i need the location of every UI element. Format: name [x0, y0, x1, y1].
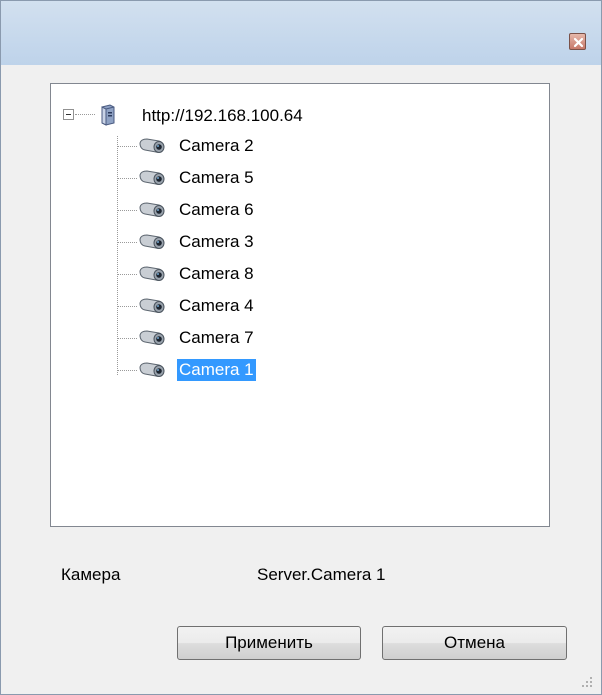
camera-icon: [137, 297, 167, 320]
tree-connector: [117, 306, 137, 307]
tree-connector: [117, 210, 137, 211]
camera-icon: [137, 265, 167, 288]
tree-connector: [117, 370, 137, 371]
tree-connector: [117, 274, 137, 275]
tree-connector: [117, 146, 137, 147]
apply-button[interactable]: Применить: [177, 626, 361, 660]
tree-connector: [117, 178, 137, 179]
collapse-toggle-icon[interactable]: [63, 109, 74, 120]
close-button[interactable]: [569, 33, 586, 50]
dialog-window: http://192.168.100.64 Camera 2 Camera 5 Ca…: [0, 0, 602, 695]
server-address-label: http://192.168.100.64: [142, 106, 303, 125]
selected-camera-value: Server.Camera 1: [257, 565, 386, 584]
camera-icon: [137, 201, 167, 224]
cancel-button[interactable]: Отмена: [382, 626, 567, 660]
tree-item-label: Camera 4: [179, 296, 254, 315]
tree-connector: [117, 136, 118, 375]
tree-item-label: Camera 1: [177, 359, 256, 381]
tree-item-label: Camera 3: [179, 232, 254, 251]
camera-icon: [137, 169, 167, 192]
tree-item-label: Camera 5: [179, 168, 254, 187]
tree-connector: [117, 242, 137, 243]
camera-tree[interactable]: http://192.168.100.64 Camera 2 Camera 5 Ca…: [50, 83, 550, 527]
camera-icon: [137, 137, 167, 160]
close-icon: [573, 37, 584, 48]
resize-grip-icon[interactable]: [581, 676, 593, 688]
tree-item-label: Camera 6: [179, 200, 254, 219]
camera-icon: [137, 233, 167, 256]
tree-connector: [117, 338, 137, 339]
tree-item-label: Camera 8: [179, 264, 254, 283]
camera-icon: [137, 329, 167, 352]
title-bar[interactable]: [1, 1, 601, 65]
server-icon: [101, 104, 115, 126]
tree-connector: [75, 114, 95, 115]
tree-item-label: Camera 2: [179, 136, 254, 155]
camera-icon: [137, 361, 167, 384]
tree-item-label: Camera 7: [179, 328, 254, 347]
camera-field-label: Камера: [61, 565, 121, 584]
